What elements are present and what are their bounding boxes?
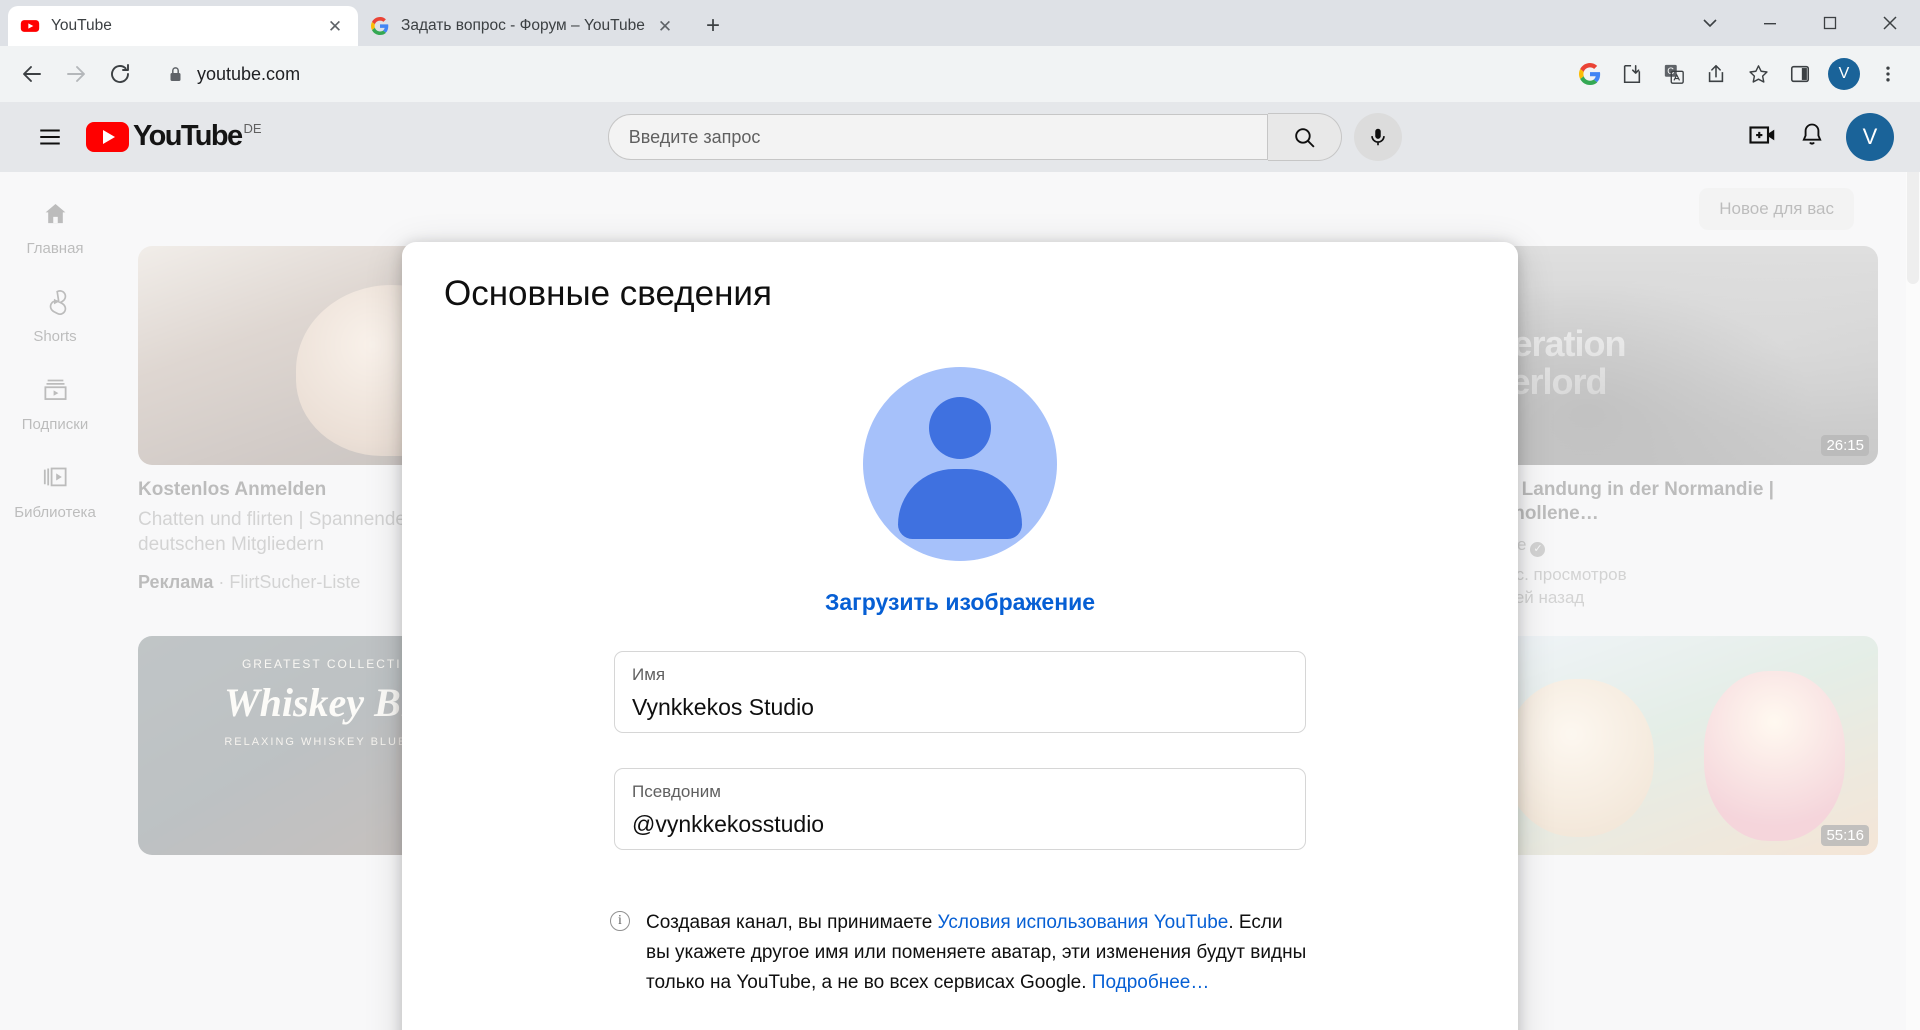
chrome-profile-avatar[interactable]: V xyxy=(1828,58,1860,90)
name-field-label: Имя xyxy=(632,665,666,684)
close-icon[interactable]: ✕ xyxy=(654,15,676,37)
page-viewport: YouTube DE Введите запрос V Основные све… xyxy=(0,102,1920,1030)
avatar-body-shape xyxy=(898,469,1022,539)
hamburger-menu-icon[interactable] xyxy=(26,113,74,161)
youtube-account-avatar[interactable]: V xyxy=(1846,113,1894,161)
notifications-bell-icon[interactable] xyxy=(1798,121,1826,154)
youtube-search-area: Введите запрос xyxy=(262,113,1748,161)
close-window-icon[interactable] xyxy=(1860,0,1920,46)
download-icon[interactable] xyxy=(1612,54,1652,94)
search-button[interactable] xyxy=(1267,113,1342,161)
handle-field[interactable]: Псевдоним @vynkkekosstudio xyxy=(614,768,1306,850)
google-icon[interactable] xyxy=(1570,54,1610,94)
tab-title: Задать вопрос - Форум – YouTube xyxy=(401,17,645,34)
window-controls xyxy=(1680,0,1920,46)
side-panel-icon[interactable] xyxy=(1780,54,1820,94)
youtube-icon xyxy=(20,16,40,36)
new-tab-button[interactable]: + xyxy=(696,9,730,43)
youtube-masthead: YouTube DE Введите запрос V xyxy=(0,102,1920,172)
avatar-head-shape xyxy=(929,397,991,459)
upload-image-link[interactable]: Загрузить изображение xyxy=(444,589,1476,616)
disclaimer-part-1: Создавая канал, вы принимаете xyxy=(646,912,938,933)
address-bar[interactable]: youtube.com xyxy=(152,55,1558,93)
maximize-icon[interactable] xyxy=(1800,0,1860,46)
tab-strip: YouTube ✕ Задать вопрос - Форум – YouTub… xyxy=(0,0,1920,46)
url-text: youtube.com xyxy=(197,63,301,84)
terms-disclaimer: i Создавая канал, вы принимаете Условия … xyxy=(610,908,1310,997)
search-placeholder: Введите запрос xyxy=(628,126,761,147)
youtube-country-code: DE xyxy=(243,121,262,136)
toolbar-icons: G V xyxy=(1570,54,1908,94)
forward-button[interactable] xyxy=(56,54,96,94)
tab-title: YouTube xyxy=(51,17,112,34)
share-icon[interactable] xyxy=(1696,54,1736,94)
handle-field-value[interactable]: @vynkkekosstudio xyxy=(632,811,1288,838)
browser-window: YouTube ✕ Задать вопрос - Форум – YouTub… xyxy=(0,0,1920,1030)
disclaimer-text: Создавая канал, вы принимаете Условия ис… xyxy=(646,908,1310,997)
browser-toolbar: youtube.com G V xyxy=(0,46,1920,102)
basic-info-dialog: Основные сведения Загрузить изображение … xyxy=(402,242,1518,1030)
youtube-header-actions: V xyxy=(1748,113,1894,161)
youtube-logo[interactable]: YouTube DE xyxy=(86,122,262,152)
browser-tab-forum[interactable]: Задать вопрос - Форум – YouTube ✕ xyxy=(358,6,688,46)
close-icon[interactable]: ✕ xyxy=(324,15,346,37)
tab-search-icon[interactable] xyxy=(1680,0,1740,46)
reload-button[interactable] xyxy=(100,54,140,94)
name-field[interactable]: Имя Vynkkekos Studio xyxy=(614,651,1306,733)
create-video-icon[interactable] xyxy=(1748,120,1778,155)
search-input[interactable]: Введите запрос xyxy=(607,114,1268,160)
dialog-title: Основные сведения xyxy=(444,274,772,313)
terms-of-service-link[interactable]: Условия использования YouTube xyxy=(938,912,1229,933)
bookmark-star-icon[interactable] xyxy=(1738,54,1778,94)
handle-field-label: Псевдоним xyxy=(632,782,721,801)
voice-search-icon[interactable] xyxy=(1353,113,1402,161)
three-dot-menu-icon[interactable] xyxy=(1868,54,1908,94)
translate-icon[interactable]: G xyxy=(1654,54,1694,94)
youtube-wordmark: YouTube xyxy=(133,120,243,152)
minimize-icon[interactable] xyxy=(1740,0,1800,46)
dialog-body: Загрузить изображение Имя Vynkkekos Stud… xyxy=(402,367,1518,997)
default-person-avatar[interactable] xyxy=(863,367,1057,561)
info-icon: i xyxy=(610,911,630,931)
google-icon xyxy=(370,16,390,36)
name-field-value[interactable]: Vynkkekos Studio xyxy=(632,694,1288,721)
lock-icon xyxy=(168,66,183,82)
learn-more-link[interactable]: Подробнее… xyxy=(1092,972,1210,993)
back-button[interactable] xyxy=(12,54,52,94)
browser-tab-youtube[interactable]: YouTube ✕ xyxy=(8,6,358,46)
youtube-play-icon xyxy=(86,122,129,152)
